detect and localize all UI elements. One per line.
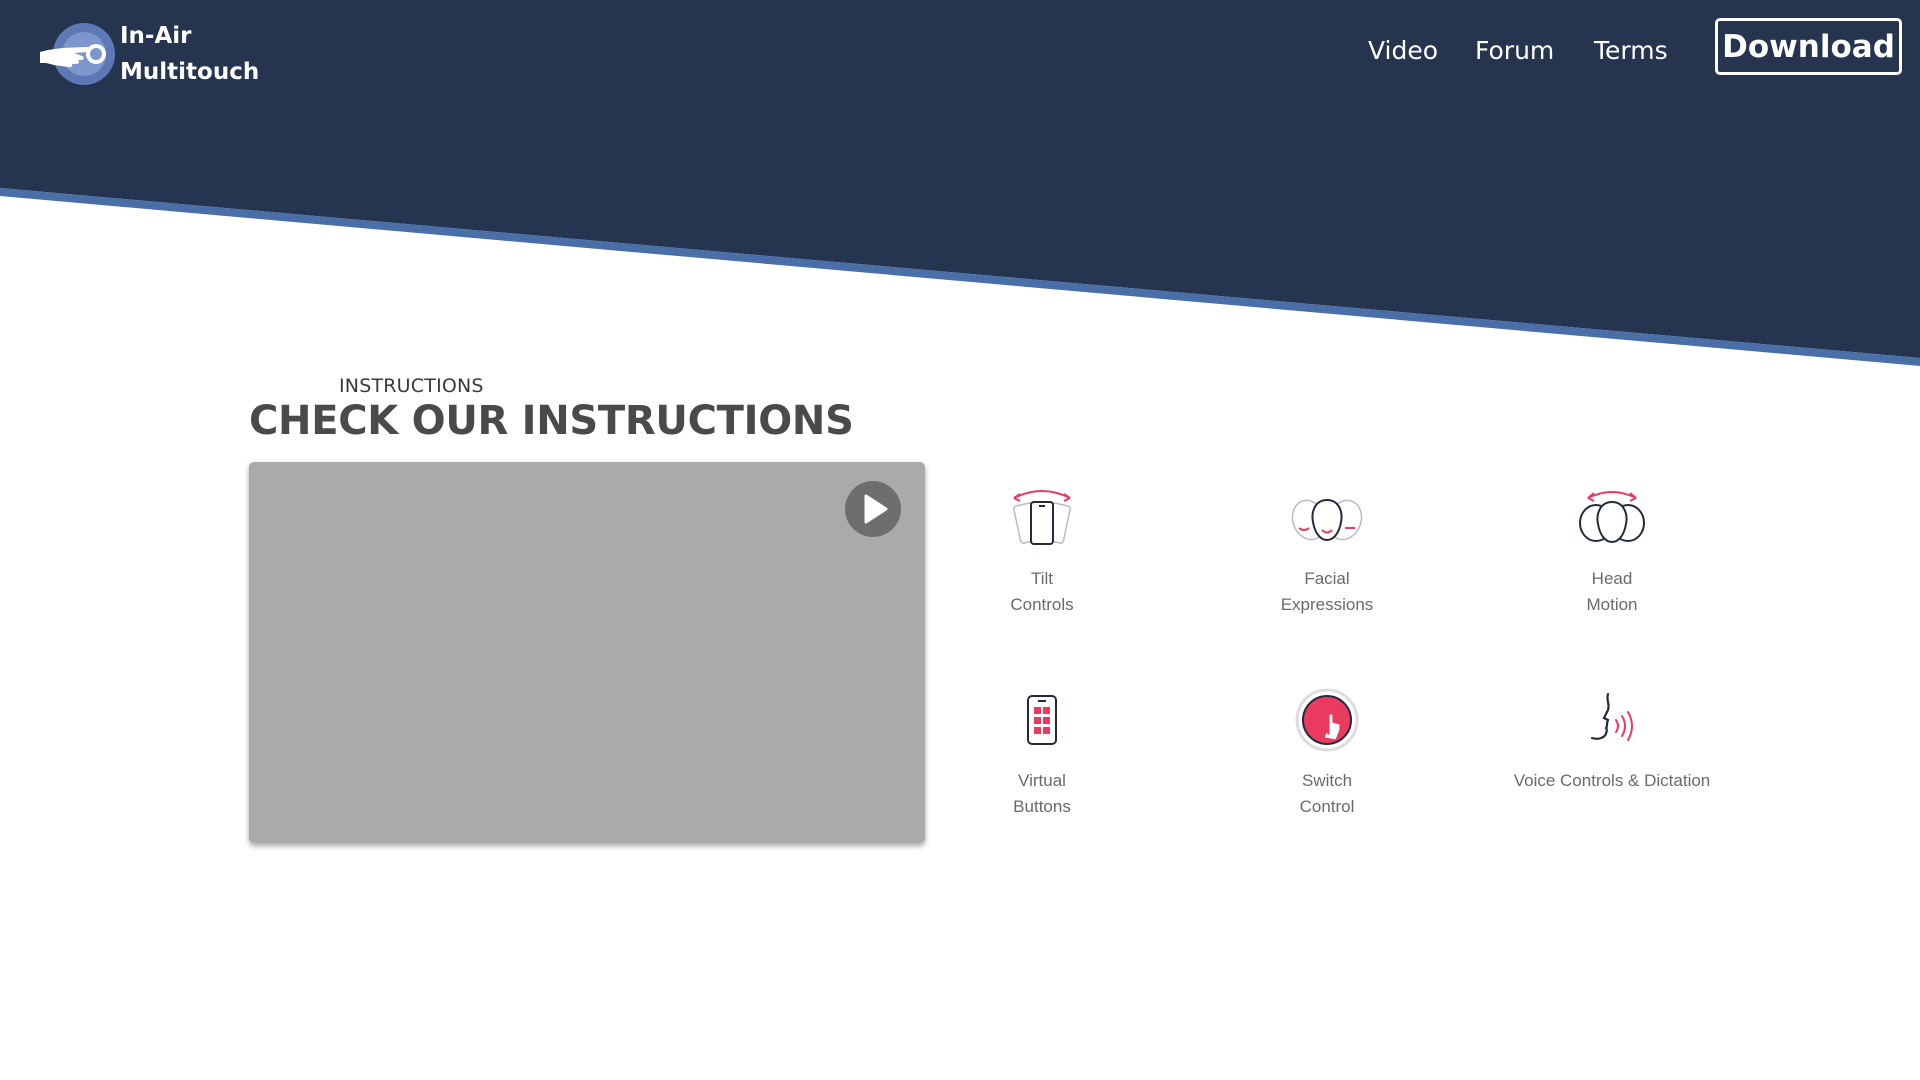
feature-label-line-2: Controls [1010,595,1074,614]
logo-line-2: Multitouch [120,59,260,85]
feature-label: Switch Control [1207,768,1447,820]
site-header: In-Air Multitouch Video Forum Terms Down… [0,0,1920,110]
instruction-video[interactable] [249,462,925,843]
section-eyebrow: INSTRUCTIONS [339,375,484,397]
logo[interactable]: In-Air Multitouch [38,18,259,90]
feature-label-line-2: Motion [1586,595,1638,614]
feature-facial-expressions[interactable]: Facial Expressions [1207,478,1447,618]
logo-line-1: In-Air [120,23,192,49]
feature-label-line-2: Buttons [1013,797,1071,816]
feature-label-line-1: Tilt [1030,569,1054,588]
logo-text: In-Air Multitouch [120,18,259,90]
virtual-buttons-icon [1027,695,1057,745]
feature-label: Voice Controls & Dictation [1492,768,1732,794]
feature-label: Head Motion [1492,566,1732,618]
tilt-phone-icon [1013,490,1071,545]
feature-label: Virtual Buttons [922,768,1162,820]
feature-label-line-1: Switch [1301,771,1353,790]
feature-tilt-controls[interactable]: Tilt Controls [922,478,1162,618]
feature-label: Tilt Controls [922,566,1162,618]
feature-virtual-buttons[interactable]: Virtual Buttons [922,680,1162,820]
feature-label-line-2: Expressions [1280,595,1374,614]
feature-switch-control[interactable]: Switch Control [1207,680,1447,820]
feature-label-line-1: Virtual [1018,771,1066,790]
facial-expression-icon [1291,498,1363,542]
nav-terms[interactable]: Terms [1594,36,1668,65]
download-button[interactable]: Download [1715,18,1902,75]
feature-label-line-1: Facial [1304,569,1350,588]
nav-video[interactable]: Video [1368,36,1438,65]
voice-dictation-icon [1590,692,1633,741]
play-icon[interactable] [845,481,901,537]
feature-label-line-1: Head [1591,569,1633,588]
feature-label-line-1: Voice Controls & Dictation [1513,771,1711,790]
hand-pointer-icon [38,20,116,88]
section-title: CHECK OUR INSTRUCTIONS [249,398,854,444]
feature-label: Facial Expressions [1207,566,1447,618]
nav-forum[interactable]: Forum [1475,36,1554,65]
feature-head-motion[interactable]: Head Motion [1492,478,1732,618]
feature-label-line-2: Control [1299,797,1355,816]
switch-control-icon [1295,688,1359,752]
head-motion-icon [1579,491,1645,544]
feature-voice-dictation[interactable]: Voice Controls & Dictation [1492,680,1732,794]
